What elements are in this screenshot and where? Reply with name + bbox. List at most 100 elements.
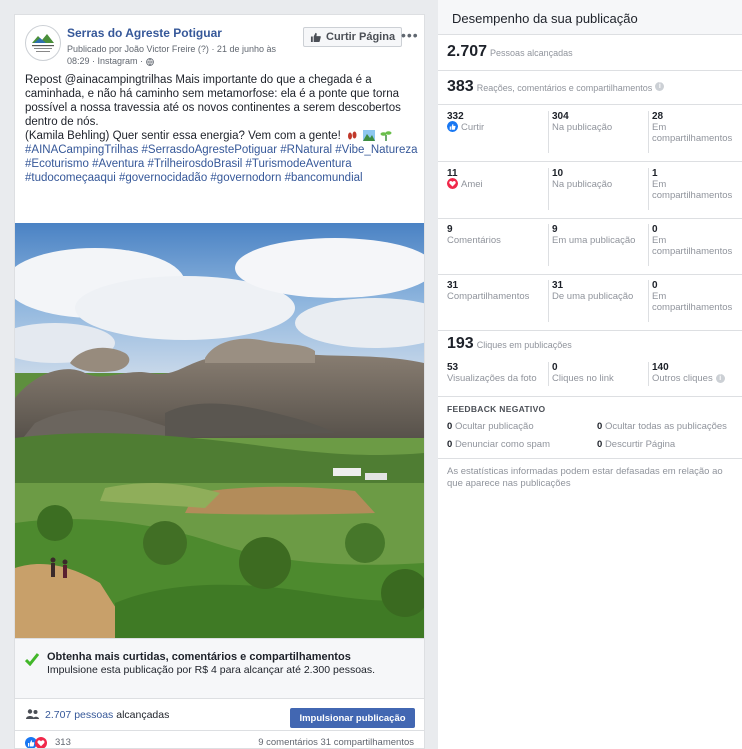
breakdown-num: 11 xyxy=(447,168,458,179)
clicks-other-label: Outros cliques xyxy=(652,373,713,384)
breakdown-cell: 31 Compartilhamentos xyxy=(447,280,542,302)
breakdown-label-row: Na publicação xyxy=(552,122,647,133)
info-icon[interactable]: i xyxy=(655,82,665,92)
clicks-other: 140 Outros cliques i xyxy=(652,362,725,384)
feedback-hide-post[interactable]: 0 Ocultar publicação xyxy=(447,421,534,432)
breakdown-label-row: Comentários xyxy=(447,235,542,246)
meta-time[interactable]: 08:29 · Instagram · xyxy=(67,56,143,66)
divider xyxy=(438,458,742,459)
divider xyxy=(438,396,742,397)
feedback-unlike-label: Descurtir Página xyxy=(604,439,676,450)
breakdown-label-row: Em compartilhamentos xyxy=(652,122,737,144)
feedback-spam-label: Denunciar como spam xyxy=(454,439,550,450)
page-logo[interactable] xyxy=(25,25,61,61)
breakdown-cell: 28 Em compartilhamentos xyxy=(652,111,737,144)
like-page-label: Curtir Página xyxy=(326,31,396,43)
breakdown-cell: 0 Em compartilhamentos xyxy=(652,280,737,313)
feedback-hide-all[interactable]: 0 Ocultar todas as publicações xyxy=(597,421,727,432)
breakdown-label-row: Amei xyxy=(447,178,542,190)
disclaimer: As estatísticas informadas podem estar d… xyxy=(447,466,723,489)
engagement-num: 383 xyxy=(447,78,474,95)
column-divider xyxy=(648,168,649,210)
meta-date[interactable]: · 21 de junho às xyxy=(211,44,276,54)
breakdown-label-row: De uma publicação xyxy=(552,291,647,302)
clicks-other-label-row: Outros cliques i xyxy=(652,373,725,384)
breakdown-label-row: Curtir xyxy=(447,121,542,133)
boost-post-button[interactable]: Impulsionar publicação xyxy=(290,708,415,728)
feedback-hide-all-label: Ocultar todas as publicações xyxy=(604,421,727,432)
column-divider xyxy=(648,362,649,386)
breakdown-cell: 1 Em compartilhamentos xyxy=(652,168,737,201)
breakdown-label: Compartilhamentos xyxy=(447,291,530,302)
breakdown-num: 31 xyxy=(552,280,564,291)
like-icon xyxy=(447,121,458,132)
breakdown-label-row: Em compartilhamentos xyxy=(652,291,737,313)
breakdown-num: 0 xyxy=(652,224,658,235)
engagement-stat: 383 Reações, comentários e compartilhamen… xyxy=(447,78,665,96)
breakdown-label: Na publicação xyxy=(552,122,613,133)
meta-author[interactable]: Publicado por João Victor Freire xyxy=(67,44,195,54)
breakdown-label: Em compartilhamentos xyxy=(652,291,733,313)
breakdown-cell: 332 Curtir xyxy=(447,111,542,133)
breakdown-label-row: Em compartilhamentos xyxy=(652,179,737,201)
breakdown-label: Na publicação xyxy=(552,179,613,190)
clicks-stat: 193 Cliques em publicações xyxy=(447,335,572,353)
breakdown-cell: 304 Na publicação xyxy=(552,111,647,133)
post-body: Repost @ainacampingtrilhas Mais importan… xyxy=(25,74,401,128)
feedback-spam-num: 0 xyxy=(447,439,453,450)
breakdown-cell: 31 De uma publicação xyxy=(552,280,647,302)
clicks-photo-num: 53 xyxy=(447,362,459,373)
reaction-count[interactable]: 313 xyxy=(55,737,71,748)
post-card: Serras do Agreste Potiguar Publicado por… xyxy=(14,14,425,749)
divider xyxy=(438,161,742,162)
column-divider xyxy=(548,111,549,153)
divider xyxy=(438,218,742,219)
breakdown-label-row: Na publicação xyxy=(552,179,647,190)
column-divider xyxy=(648,224,649,266)
love-reaction-icon xyxy=(35,737,47,748)
post-credit: (Kamila Behling) Quer sentir essa energi… xyxy=(25,130,341,142)
boost-title: Obtenha mais curtidas, comentários e com… xyxy=(47,651,351,663)
like-page-button[interactable]: Curtir Página xyxy=(303,27,403,47)
clicks-link-num: 0 xyxy=(552,362,558,373)
feedback-title: FEEDBACK NEGATIVO xyxy=(447,404,546,414)
breakdown-cell: 0 Em compartilhamentos xyxy=(652,224,737,257)
breakdown-cell: 11 Amei xyxy=(447,168,542,190)
clicks-link: 0 Cliques no link xyxy=(552,362,614,384)
feedback-hide-all-num: 0 xyxy=(597,421,603,432)
feedback-unlike[interactable]: 0 Descurtir Página xyxy=(597,439,675,450)
breakdown-num: 31 xyxy=(447,280,459,291)
reach-stat: 2.707 Pessoas alcançadas xyxy=(447,43,573,61)
post-hashtags[interactable]: #AINACampingTrilhas #SerrasdoAgrestePoti… xyxy=(25,143,420,185)
clicks-photo: 53 Visualizações da foto xyxy=(447,362,537,384)
reach-num: 2.707 xyxy=(447,43,488,60)
breakdown-cell: 9 Em uma publicação xyxy=(552,224,647,246)
reach-row: 2.707 pessoas alcançadas Impulsionar pub… xyxy=(15,698,424,730)
breakdown-num: 332 xyxy=(447,111,464,122)
globe-icon xyxy=(145,57,154,66)
insights-panel: Desempenho da sua publicação 2.707 Pessoa… xyxy=(438,0,742,749)
landscape-emoji-icon xyxy=(363,130,376,142)
reaction-icons[interactable] xyxy=(25,737,47,748)
page-name-link[interactable]: Serras do Agreste Potiguar xyxy=(67,26,222,40)
feedback-unlike-num: 0 xyxy=(597,439,603,450)
clicks-link-label: Cliques no link xyxy=(552,373,614,384)
meta-question[interactable]: (?) xyxy=(198,44,209,54)
divider xyxy=(438,330,742,331)
feedback-spam[interactable]: 0 Denunciar como spam xyxy=(447,439,550,450)
breakdown-label: Em uma publicação xyxy=(552,235,636,246)
reach-link[interactable]: 2.707 pessoas xyxy=(45,709,113,721)
breakdown-num: 28 xyxy=(652,111,664,122)
breakdown-num: 10 xyxy=(552,168,564,179)
column-divider xyxy=(548,168,549,210)
reach-text: 2.707 pessoas alcançadas xyxy=(45,709,169,721)
breakdown-cell: 9 Comentários xyxy=(447,224,542,246)
comments-shares-count[interactable]: 9 comentários 31 compartilhamentos xyxy=(258,737,414,748)
more-options-icon[interactable]: ••• xyxy=(401,27,419,43)
thumbs-up-icon xyxy=(310,32,321,42)
clicks-photo-label: Visualizações da foto xyxy=(447,373,537,384)
column-divider xyxy=(548,224,549,266)
column-divider xyxy=(548,280,549,322)
info-icon[interactable]: i xyxy=(715,373,725,383)
post-photo[interactable] xyxy=(15,223,424,638)
